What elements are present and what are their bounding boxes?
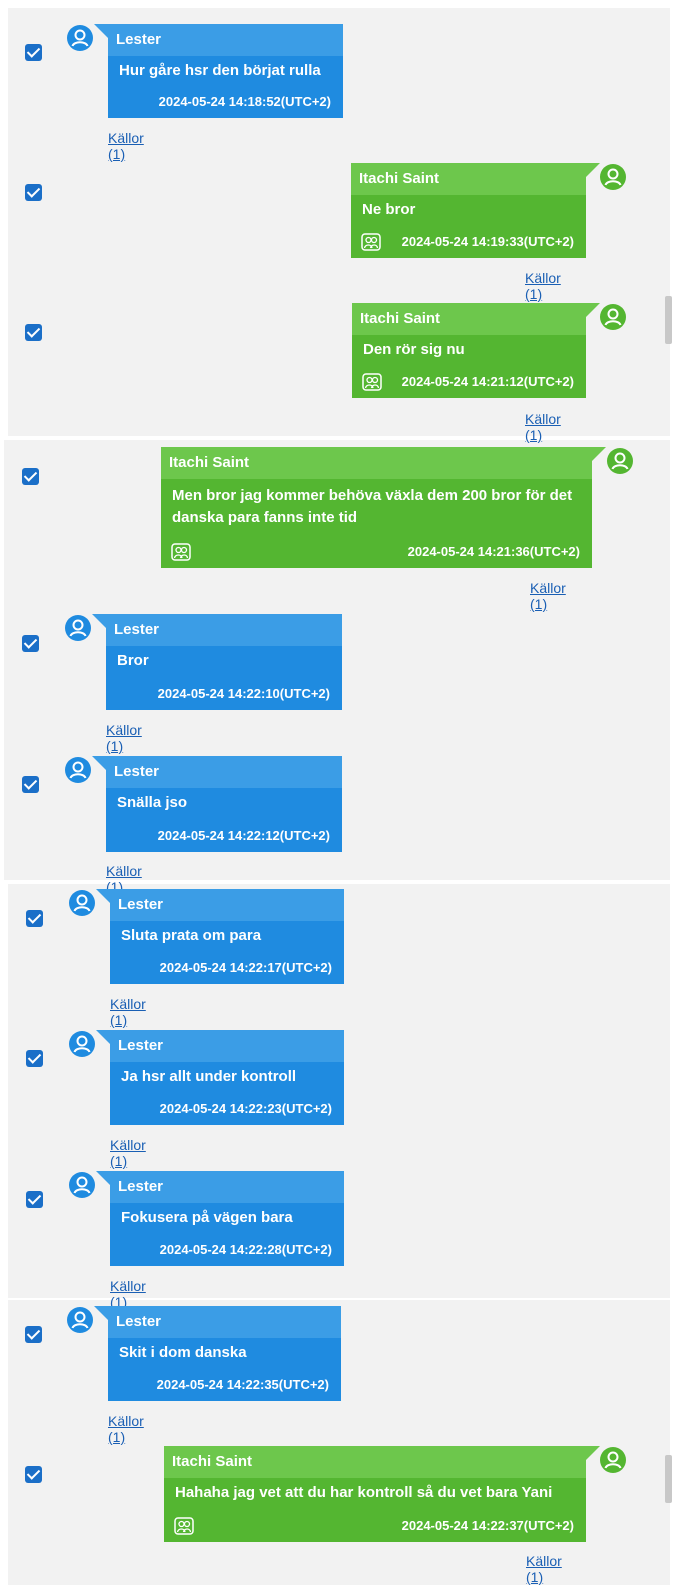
message-checkbox[interactable] [22,776,39,793]
message-bubble[interactable]: Lester Snälla jso 2024-05-24 14:22:12(UT… [92,756,342,852]
message-checkbox[interactable] [26,1191,43,1208]
sources-link[interactable]: Källor (1) [108,1413,144,1445]
person-circle-icon [69,1172,95,1198]
message-bubble[interactable]: Lester Skit i dom danska 2024-05-24 14:2… [94,1306,341,1401]
message-checkbox[interactable] [26,910,43,927]
sender-name: Itachi Saint [161,447,592,479]
message-bubble[interactable]: Lester Fokusera på vägen bara 2024-05-24… [96,1171,344,1266]
message-timestamp: 2024-05-24 14:21:36(UTC+2) [407,544,580,559]
message-bubble[interactable]: Itachi Saint Den rör sig nu 2024-05-24 1… [352,303,600,398]
message-timestamp: 2024-05-24 14:19:33(UTC+2) [401,234,574,249]
message-bubble[interactable]: Itachi Saint Hahaha jag vet att du har k… [164,1446,600,1542]
message-bubble[interactable]: Itachi Saint Ne bror 2024-05-24 14:19:33… [351,163,600,258]
person-circle-icon [65,757,91,783]
contacts-icon [362,373,382,391]
message-bubble[interactable]: Itachi Saint Men bror jag kommer behöva … [161,447,606,568]
person-circle-icon [65,615,91,641]
sender-name: Itachi Saint [164,1446,586,1478]
message-checkbox[interactable] [22,635,39,652]
sources-link[interactable]: Källor (1) [106,722,142,754]
sender-name: Lester [106,756,342,788]
message-timestamp: 2024-05-24 14:22:17(UTC+2) [159,960,332,975]
message-bubble[interactable]: Lester Sluta prata om para 2024-05-24 14… [96,889,344,984]
sender-name: Itachi Saint [352,303,586,335]
message-checkbox[interactable] [26,1050,43,1067]
message-timestamp: 2024-05-24 14:22:12(UTC+2) [157,828,330,843]
contacts-icon [174,1517,194,1535]
message-bubble[interactable]: Lester Bror 2024-05-24 14:22:10(UTC+2) [92,614,342,710]
person-circle-icon [69,890,95,916]
sender-name: Lester [108,1306,341,1338]
contacts-icon [171,543,191,561]
message-timestamp: 2024-05-24 14:22:35(UTC+2) [156,1377,329,1392]
person-circle-icon [67,1307,93,1333]
sender-name: Lester [110,1030,344,1062]
message-timestamp: 2024-05-24 14:21:12(UTC+2) [401,374,574,389]
message-checkbox[interactable] [25,324,42,341]
person-circle-icon [67,25,93,51]
person-circle-icon [600,164,626,190]
message-timestamp: 2024-05-24 14:22:28(UTC+2) [159,1242,332,1257]
sources-link[interactable]: Källor (1) [525,270,561,302]
message-checkbox[interactable] [25,184,42,201]
contacts-icon [361,233,381,251]
person-circle-icon [600,1447,626,1473]
message-timestamp: 2024-05-24 14:18:52(UTC+2) [158,94,331,109]
message-checkbox[interactable] [25,1326,42,1343]
sender-name: Lester [110,889,344,921]
person-circle-icon [607,448,633,474]
sources-link[interactable]: Källor (1) [530,580,566,612]
message-timestamp: 2024-05-24 14:22:37(UTC+2) [401,1518,574,1533]
sender-name: Lester [106,614,342,646]
message-checkbox[interactable] [22,468,39,485]
sender-name: Lester [108,24,343,56]
sources-link[interactable]: Källor (1) [525,411,561,443]
message-bubble[interactable]: Lester Ja hsr allt under kontroll 2024-0… [96,1030,344,1125]
message-timestamp: 2024-05-24 14:22:23(UTC+2) [159,1101,332,1116]
person-circle-icon [69,1031,95,1057]
sources-link[interactable]: Källor (1) [526,1553,562,1585]
sender-name: Lester [110,1171,344,1203]
sources-link[interactable]: Källor (1) [110,1137,146,1169]
person-circle-icon [600,304,626,330]
sources-link[interactable]: Källor (1) [108,130,144,162]
message-checkbox[interactable] [25,1466,42,1483]
message-checkbox[interactable] [25,44,42,61]
message-timestamp: 2024-05-24 14:22:10(UTC+2) [157,686,330,701]
scrollbar-thumb[interactable] [665,1455,672,1503]
scrollbar-thumb[interactable] [665,296,672,344]
sources-link[interactable]: Källor (1) [110,996,146,1028]
sender-name: Itachi Saint [351,163,586,195]
message-bubble[interactable]: Lester Hur gåre hsr den börjat rulla 202… [94,24,343,118]
